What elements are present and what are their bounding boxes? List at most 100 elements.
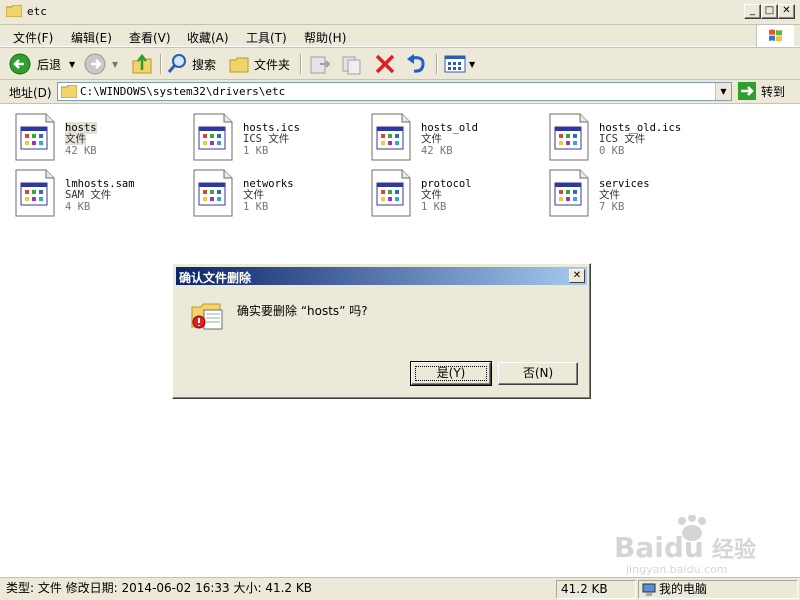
- status-size: 41.2 KB: [556, 580, 636, 599]
- file-type: 文件: [65, 133, 86, 145]
- folder-icon: [6, 5, 22, 17]
- toolbar-separator: [436, 54, 438, 74]
- dialog-message: 确实要删除 “hosts” 吗?: [237, 304, 368, 318]
- views-icon: [444, 55, 466, 73]
- views-button[interactable]: ▼: [443, 52, 475, 76]
- file-icon: [193, 169, 233, 217]
- file-size: 1 KB: [421, 201, 447, 213]
- undo-icon: [407, 54, 425, 73]
- delete-icon: [375, 54, 395, 74]
- baidu-watermark: Baidu 经验 jingyan.baidu.com: [612, 514, 762, 576]
- file-icon: [549, 113, 589, 161]
- file-type: ICS 文件: [243, 133, 290, 145]
- file-item-hosts-old[interactable]: hosts_old 文件 42 KB: [358, 108, 533, 161]
- file-type: 文件: [243, 189, 264, 201]
- address-path: C:\WINDOWS\system32\drivers\etc: [80, 85, 286, 98]
- up-folder-button[interactable]: [131, 52, 153, 76]
- status-info: 类型: 文件 修改日期: 2014-06-02 16:33 大小: 41.2 K…: [6, 581, 312, 595]
- title-bar: etc _ □ ✕: [0, 0, 800, 25]
- views-dropdown-icon[interactable]: ▼: [469, 60, 475, 69]
- search-label: 搜索: [192, 57, 217, 72]
- address-dropdown-icon[interactable]: ▼: [715, 83, 731, 100]
- maximize-button[interactable]: □: [761, 4, 778, 19]
- address-bar: 地址(D) C:\WINDOWS\system32\drivers\etc ▼ …: [0, 80, 800, 104]
- status-bar: 类型: 文件 修改日期: 2014-06-02 16:33 大小: 41.2 K…: [0, 577, 800, 600]
- file-size: 1 KB: [243, 201, 269, 213]
- window-title: etc: [27, 5, 47, 18]
- file-size: 4 KB: [65, 201, 91, 213]
- yes-button[interactable]: 是(Y): [410, 361, 492, 386]
- back-label: 后退: [37, 57, 62, 72]
- folders-icon: [229, 57, 249, 73]
- status-location: 我的电脑: [638, 580, 798, 599]
- toolbar: 后退 ▼ ▼ 搜索 文件夹 ▼: [0, 47, 800, 80]
- folder-up-icon: [132, 53, 152, 74]
- folders-button[interactable]: 文件夹: [228, 52, 290, 76]
- file-item-hosts[interactable]: hosts 文件 42 KB: [2, 108, 177, 161]
- file-item-lmhosts-sam[interactable]: lmhosts.sam SAM 文件 4 KB: [2, 164, 177, 217]
- file-size: 0 KB: [599, 145, 625, 157]
- status-location-label: 我的电脑: [659, 582, 708, 596]
- file-item-hosts-old-ics[interactable]: hosts_old.ics ICS 文件 0 KB: [536, 108, 711, 161]
- forward-button[interactable]: ▼: [84, 52, 118, 76]
- back-dropdown-icon[interactable]: ▼: [69, 60, 75, 69]
- watermark-url: jingyan.baidu.com: [625, 563, 728, 575]
- move-to-button[interactable]: [308, 52, 332, 76]
- menu-edit[interactable]: 编辑(E): [71, 29, 112, 46]
- back-arrow-icon: [9, 53, 31, 75]
- menu-favorites[interactable]: 收藏(A): [187, 29, 229, 46]
- file-item-hosts-ics[interactable]: hosts.ics ICS 文件 1 KB: [180, 108, 355, 161]
- address-label: 地址(D): [9, 86, 52, 100]
- back-button[interactable]: 后退 ▼: [9, 52, 75, 76]
- file-type: 文件: [421, 133, 442, 145]
- folders-label: 文件夹: [254, 57, 291, 72]
- go-button[interactable]: 转到: [738, 82, 785, 100]
- file-item-networks[interactable]: networks 文件 1 KB: [180, 164, 355, 217]
- no-label: 否(N): [522, 366, 554, 380]
- toolbar-separator: [300, 54, 302, 74]
- menu-view[interactable]: 查看(V): [129, 29, 171, 46]
- file-size: 42 KB: [421, 145, 453, 157]
- file-item-services[interactable]: services 文件 7 KB: [536, 164, 711, 217]
- watermark-brand: Baidu: [614, 531, 704, 564]
- search-icon: [167, 54, 186, 73]
- windows-logo-icon: [756, 25, 794, 47]
- dialog-close-button[interactable]: ✕: [569, 269, 585, 283]
- file-icon: [549, 169, 589, 217]
- delete-button[interactable]: [373, 52, 397, 76]
- minimize-button[interactable]: _: [744, 4, 761, 19]
- file-icon: [193, 113, 233, 161]
- watermark-brand-cn: 经验: [712, 537, 756, 563]
- menu-tools[interactable]: 工具(T): [246, 29, 287, 46]
- file-size: 1 KB: [243, 145, 269, 157]
- file-type: 文件: [599, 189, 620, 201]
- dialog-title-bar: 确认文件删除 ✕: [176, 267, 587, 285]
- dialog-title: 确认文件删除: [179, 271, 252, 285]
- focus-ring: [415, 366, 487, 381]
- menu-bar: 文件(F) 编辑(E) 查看(V) 收藏(A) 工具(T) 帮助(H): [0, 25, 800, 47]
- close-button[interactable]: ✕: [778, 4, 795, 19]
- copy-to-button[interactable]: [340, 52, 364, 76]
- file-icon: [371, 169, 411, 217]
- undo-button[interactable]: [404, 52, 428, 76]
- copy-to-icon: [342, 56, 361, 75]
- menu-file[interactable]: 文件(F): [13, 29, 53, 46]
- go-label: 转到: [761, 84, 786, 99]
- move-to-icon: [310, 56, 331, 74]
- menu-help[interactable]: 帮助(H): [304, 29, 346, 46]
- go-arrow-icon: [738, 82, 756, 100]
- file-size: 42 KB: [65, 145, 97, 157]
- forward-dropdown-icon[interactable]: ▼: [112, 60, 118, 69]
- file-type: SAM 文件: [65, 189, 112, 201]
- no-button[interactable]: 否(N): [498, 362, 578, 385]
- file-item-protocol[interactable]: protocol 文件 1 KB: [358, 164, 533, 217]
- search-button[interactable]: 搜索: [166, 52, 216, 76]
- file-size: 7 KB: [599, 201, 625, 213]
- file-type: 文件: [421, 189, 442, 201]
- toolbar-separator: [160, 54, 162, 74]
- confirm-delete-dialog: 确认文件删除 ✕ 确实要删除 “hosts” 吗? 是(Y) 否(N): [172, 263, 591, 399]
- file-icon: [15, 169, 55, 217]
- folder-icon: [61, 85, 77, 98]
- address-input[interactable]: C:\WINDOWS\system32\drivers\etc ▼: [57, 82, 732, 101]
- file-icon: [371, 113, 411, 161]
